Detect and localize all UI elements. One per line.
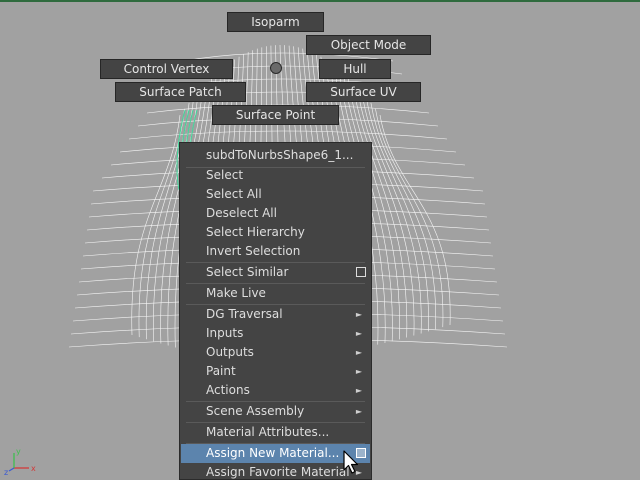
submenu-arrow-icon: ► <box>355 329 362 338</box>
menu-item-label: Scene Assembly <box>206 404 305 418</box>
menu-item-label: DG Traversal <box>206 307 283 321</box>
menu-item-label: Select Similar <box>206 265 289 279</box>
marking-menu-object-mode[interactable]: Object Mode <box>306 35 431 55</box>
marking-menu-center <box>270 62 282 74</box>
menu-item-label: Make Live <box>206 286 266 300</box>
menu-item-label: Select All <box>206 187 262 201</box>
3d-viewport[interactable]: Isoparm Object Mode Control Vertex Hull … <box>0 0 640 480</box>
menu-item-select-all[interactable]: Select All <box>181 185 370 204</box>
menu-item-make-live[interactable]: Make Live <box>181 284 370 303</box>
menu-item-label: Select Hierarchy <box>206 225 305 239</box>
marking-menu-isoparm[interactable]: Isoparm <box>227 12 324 32</box>
menu-item-inputs[interactable]: Inputs ► <box>181 324 370 343</box>
menu-item-label: Deselect All <box>206 206 277 220</box>
menu-item-label: Select <box>206 168 244 182</box>
marking-menu-hull[interactable]: Hull <box>319 59 391 79</box>
menu-item-label: Inputs <box>206 326 244 340</box>
context-menu-header: subdToNurbsShape6_1... <box>206 148 354 162</box>
submenu-arrow-icon: ► <box>355 348 362 357</box>
menu-item-select[interactable]: Select <box>181 166 370 185</box>
axis-gizmo-icon: x y z <box>4 447 36 476</box>
menu-item-label: Actions <box>206 383 250 397</box>
axis-x-label: x <box>31 464 36 473</box>
axis-z-label: z <box>4 468 8 476</box>
submenu-arrow-icon: ► <box>355 407 362 416</box>
menu-item-scene-assembly[interactable]: Scene Assembly ► <box>181 402 370 421</box>
menu-item-label: Invert Selection <box>206 244 301 258</box>
menu-item-label: Material Attributes... <box>206 425 330 439</box>
submenu-arrow-icon: ► <box>355 367 362 376</box>
menu-item-label: Paint <box>206 364 236 378</box>
marking-menu-surface-patch[interactable]: Surface Patch <box>115 82 246 102</box>
menu-item-paint[interactable]: Paint ► <box>181 362 370 381</box>
menu-item-select-similar[interactable]: Select Similar <box>181 263 370 282</box>
menu-item-invert-selection[interactable]: Invert Selection <box>181 242 370 261</box>
menu-item-select-hierarchy[interactable]: Select Hierarchy <box>181 223 370 242</box>
mouse-cursor-icon <box>343 450 359 474</box>
marking-menu-control-vertex[interactable]: Control Vertex <box>100 59 233 79</box>
submenu-arrow-icon: ► <box>355 310 362 319</box>
menu-item-label: Outputs <box>206 345 254 359</box>
option-box-icon[interactable] <box>356 267 366 277</box>
axis-y-label: y <box>16 447 21 456</box>
menu-item-label: Assign Favorite Material <box>206 465 350 479</box>
menu-item-label: Assign New Material... <box>206 446 340 460</box>
submenu-arrow-icon: ► <box>355 386 362 395</box>
menu-item-actions[interactable]: Actions ► <box>181 381 370 400</box>
menu-item-outputs[interactable]: Outputs ► <box>181 343 370 362</box>
menu-item-dg-traversal[interactable]: DG Traversal ► <box>181 305 370 324</box>
context-menu: subdToNurbsShape6_1... Select Select All… <box>179 142 372 480</box>
menu-item-material-attributes[interactable]: Material Attributes... <box>181 423 370 442</box>
marking-menu-surface-uv[interactable]: Surface UV <box>306 82 421 102</box>
marking-menu-surface-point[interactable]: Surface Point <box>212 105 339 125</box>
menu-item-deselect-all[interactable]: Deselect All <box>181 204 370 223</box>
